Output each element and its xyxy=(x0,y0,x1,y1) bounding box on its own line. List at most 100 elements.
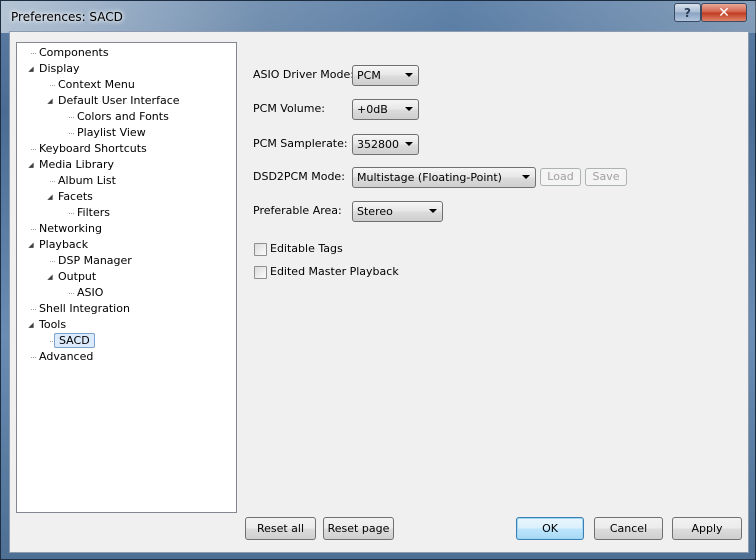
window-title: Preferences: SACD xyxy=(11,10,123,24)
tree-item-label: ASIO xyxy=(77,286,104,299)
tree-item-context-menu[interactable]: Context Menu xyxy=(56,77,137,93)
reset-all-label: Reset all xyxy=(256,522,305,535)
tree-item-label: SACD xyxy=(54,333,95,348)
tree-connector xyxy=(31,357,36,358)
cancel-label: Cancel xyxy=(609,522,648,535)
editable-tags-checkbox[interactable] xyxy=(254,242,267,256)
dsd2pcm-mode-value: Multistage (Floating-Point) xyxy=(357,171,502,184)
tree-connector xyxy=(31,229,36,230)
tree-item-keyboard-shortcuts[interactable]: Keyboard Shortcuts xyxy=(37,141,149,157)
pcm-samplerate-value: 352800 xyxy=(357,138,399,151)
tree-connector xyxy=(69,133,74,134)
tree-item-label: Filters xyxy=(77,206,110,219)
tree-item-label: Facets xyxy=(58,190,93,203)
tree-connector xyxy=(50,341,55,342)
load-button[interactable]: Load xyxy=(540,168,581,186)
chevron-down-icon xyxy=(405,142,413,146)
expander-icon[interactable]: ◢ xyxy=(27,161,35,169)
tree-item-label: Tools xyxy=(39,318,67,331)
expander-icon[interactable]: ◢ xyxy=(27,65,35,73)
tree-item-shell-integration[interactable]: Shell Integration xyxy=(37,301,132,317)
tree-item-colors-and-fonts[interactable]: Colors and Fonts xyxy=(75,109,171,125)
apply-label: Apply xyxy=(691,522,723,535)
cancel-button[interactable]: Cancel xyxy=(594,517,663,540)
tree-connector xyxy=(50,85,55,86)
chevron-down-icon xyxy=(522,175,530,179)
preferable-area-select[interactable]: Stereo xyxy=(352,201,443,222)
tree-item-label: Playback xyxy=(39,238,89,251)
ok-label: OK xyxy=(542,522,558,535)
tree-item-label: Shell Integration xyxy=(39,302,130,315)
pcm-samplerate-select[interactable]: 352800 xyxy=(352,134,419,155)
save-button[interactable]: Save xyxy=(585,168,627,186)
tree-item-label: Components xyxy=(39,46,109,59)
tree-item-playlist-view[interactable]: Playlist View xyxy=(75,125,148,141)
tree-item-label: Playlist View xyxy=(77,126,146,139)
tree-item-label: Advanced xyxy=(39,350,94,363)
tree-item-facets[interactable]: Facets xyxy=(56,189,95,205)
pcm-volume-label: PCM Volume: xyxy=(253,102,325,115)
chevron-down-icon xyxy=(429,209,437,213)
tree-item-label: Default User Interface xyxy=(58,94,180,107)
tree-connector xyxy=(69,117,74,118)
ok-button[interactable]: OK xyxy=(516,517,584,540)
asio-driver-mode-select[interactable]: PCM xyxy=(352,65,419,86)
tree-item-output[interactable]: Output xyxy=(56,269,98,285)
tree-item-networking[interactable]: Networking xyxy=(37,221,104,237)
expander-icon[interactable]: ◢ xyxy=(46,97,54,105)
edited-master-playback-label: Edited Master Playback xyxy=(270,265,399,278)
tree-item-components[interactable]: Components xyxy=(37,45,111,61)
tree-item-playback[interactable]: Playback xyxy=(37,237,90,253)
tree-item-label: Keyboard Shortcuts xyxy=(39,142,147,155)
tree-item-filters[interactable]: Filters xyxy=(75,205,112,221)
tree-item-advanced[interactable]: Advanced xyxy=(37,349,95,365)
preferable-area-value: Stereo xyxy=(357,205,393,218)
tree-connector xyxy=(50,181,55,182)
tree-item-default-user-interface[interactable]: Default User Interface xyxy=(56,93,182,109)
reset-page-button[interactable]: Reset page xyxy=(323,517,394,540)
edited-master-playback-checkbox[interactable] xyxy=(254,265,267,279)
expander-icon[interactable]: ◢ xyxy=(27,241,35,249)
help-button[interactable]: ? xyxy=(674,3,701,22)
tree-item-label: Colors and Fonts xyxy=(77,110,169,123)
tree-connector xyxy=(69,213,74,214)
preferences-window: Preferences: SACD ? ✕ Components Display ◢… xyxy=(0,0,756,560)
tree-connector xyxy=(69,293,74,294)
tree-item-label: Context Menu xyxy=(58,78,135,91)
title-bar[interactable]: Preferences: SACD ? ✕ xyxy=(1,1,756,33)
tree-connector xyxy=(31,53,36,54)
dialog-client-area: Components Display ◢ Context Menu Default Us… xyxy=(9,31,749,553)
pcm-volume-value: +0dB xyxy=(357,103,388,116)
tree-item-label: Display xyxy=(39,62,80,75)
tree-item-sacd[interactable]: SACD xyxy=(54,333,95,349)
close-button[interactable]: ✕ xyxy=(701,3,747,22)
preferences-tree[interactable]: Components Display ◢ Context Menu Default Us… xyxy=(16,42,237,513)
help-icon: ? xyxy=(684,5,691,20)
tree-item-label: Output xyxy=(58,270,97,283)
chevron-down-icon xyxy=(405,73,413,77)
tree-item-asio[interactable]: ASIO xyxy=(75,285,105,301)
apply-button[interactable]: Apply xyxy=(672,517,742,540)
dsd2pcm-mode-select[interactable]: Multistage (Floating-Point) xyxy=(352,167,536,188)
close-icon: ✕ xyxy=(718,4,730,21)
tree-item-album-list[interactable]: Album List xyxy=(56,173,118,189)
expander-icon[interactable]: ◢ xyxy=(46,273,54,281)
tree-item-label: DSP Manager xyxy=(58,254,132,267)
tree-item-display[interactable]: Display xyxy=(37,61,82,77)
editable-tags-option[interactable]: Editable Tags xyxy=(254,241,343,257)
pcm-samplerate-label: PCM Samplerate: xyxy=(253,137,348,150)
tree-connector xyxy=(31,309,36,310)
expander-icon[interactable]: ◢ xyxy=(27,321,35,329)
edited-master-playback-option[interactable]: Edited Master Playback xyxy=(254,264,399,280)
tree-item-dsp-manager[interactable]: DSP Manager xyxy=(56,253,134,269)
tree-connector xyxy=(50,261,55,262)
tree-item-label: Media Library xyxy=(39,158,114,171)
tree-item-media-library[interactable]: Media Library xyxy=(37,157,116,173)
chevron-down-icon xyxy=(405,107,413,111)
expander-icon[interactable]: ◢ xyxy=(46,193,54,201)
asio-driver-mode-value: PCM xyxy=(357,69,381,82)
editable-tags-label: Editable Tags xyxy=(270,242,343,255)
reset-all-button[interactable]: Reset all xyxy=(245,517,316,540)
pcm-volume-select[interactable]: +0dB xyxy=(352,99,419,120)
tree-item-tools[interactable]: Tools xyxy=(37,317,68,333)
